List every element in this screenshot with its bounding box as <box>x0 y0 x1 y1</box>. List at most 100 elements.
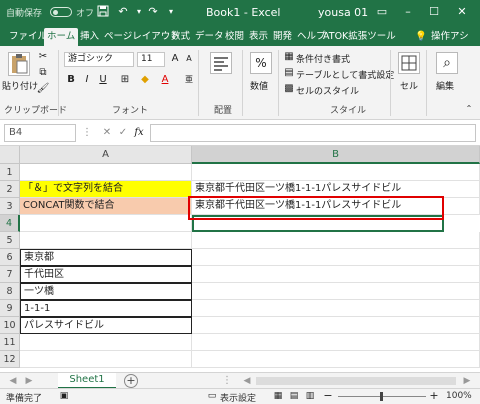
close-icon[interactable]: ✕ <box>452 3 472 21</box>
cell-b8[interactable] <box>192 283 480 300</box>
cut-icon[interactable]: ✂ <box>36 50 50 64</box>
zoom-out-icon[interactable]: − <box>322 390 334 402</box>
cells-button[interactable]: セル <box>400 79 418 92</box>
collapse-ribbon-icon[interactable]: ⌃ <box>462 102 476 116</box>
font-name-select[interactable]: 游ゴシック <box>64 52 134 67</box>
search-icon[interactable]: ⌕ <box>436 52 458 74</box>
row-header-12[interactable]: 12 <box>0 351 20 368</box>
scroll-right-icon[interactable]: ▶ <box>22 374 36 388</box>
editing-button[interactable]: 編集 <box>436 79 454 92</box>
row-header-10[interactable]: 10 <box>0 317 20 334</box>
italic-icon[interactable]: I <box>80 73 94 87</box>
user-name[interactable]: yousa 01 <box>318 6 368 19</box>
row-header-9[interactable]: 9 <box>0 300 20 317</box>
cell-a8[interactable]: 一ツ橋 <box>20 283 192 300</box>
formula-input[interactable] <box>150 124 476 142</box>
zoom-level[interactable]: 100% <box>446 391 472 401</box>
cell-a7[interactable]: 千代田区 <box>20 266 192 283</box>
scroll-left-icon[interactable]: ◀ <box>6 374 20 388</box>
tab-developer[interactable]: 開発 <box>270 28 295 46</box>
cell-b12[interactable] <box>192 351 480 368</box>
tab-insert[interactable]: 挿入 <box>77 28 102 46</box>
row-header-8[interactable]: 8 <box>0 283 20 300</box>
cell-a9[interactable]: 1-1-1 <box>20 300 192 317</box>
redo-icon[interactable]: ↷ <box>146 5 160 19</box>
cell-a5[interactable] <box>20 232 192 249</box>
save-icon[interactable] <box>96 5 110 19</box>
cell-b6[interactable] <box>192 249 480 266</box>
row-header-3[interactable]: 3 <box>0 198 20 215</box>
copy-icon[interactable]: ⧉ <box>36 66 50 80</box>
tab-review[interactable]: 校閲 <box>222 28 247 46</box>
select-all-corner[interactable] <box>0 146 20 164</box>
cell-a11[interactable] <box>20 334 192 351</box>
column-header-b[interactable]: B <box>192 146 480 164</box>
insert-function-icon[interactable]: fx <box>132 126 146 140</box>
hscroll-right-icon[interactable]: ▶ <box>460 374 474 388</box>
page-layout-view-icon[interactable]: ▤ <box>288 390 300 402</box>
font-size-select[interactable]: 11 <box>137 52 165 67</box>
format-painter-icon[interactable]: 🖌 <box>36 82 50 96</box>
zoom-in-icon[interactable]: + <box>428 390 440 402</box>
row-header-6[interactable]: 6 <box>0 249 20 266</box>
grow-font-icon[interactable]: A <box>168 52 182 66</box>
hscroll-left-icon[interactable]: ◀ <box>240 374 254 388</box>
horizontal-scrollbar[interactable] <box>256 377 456 385</box>
number-format-button[interactable]: 数値 <box>250 79 268 92</box>
name-box[interactable]: B4 <box>4 124 76 142</box>
ribbon-display-icon[interactable]: ▭ <box>372 3 392 21</box>
alignment-icon[interactable] <box>210 52 232 74</box>
cell-a2[interactable]: 「＆」で文字列を結合 <box>20 181 192 198</box>
undo-icon[interactable]: ↶ <box>116 5 130 19</box>
normal-view-icon[interactable]: ▦ <box>272 390 284 402</box>
row-header-7[interactable]: 7 <box>0 266 20 283</box>
page-break-view-icon[interactable]: ▥ <box>304 390 316 402</box>
more-sheets-icon[interactable]: ⋮ <box>220 374 234 388</box>
cell-a6[interactable]: 東京都 <box>20 249 192 266</box>
cell-a12[interactable] <box>20 351 192 368</box>
border-icon[interactable]: ⊞ <box>118 73 132 87</box>
cell-b5[interactable] <box>192 232 480 249</box>
table-format-button[interactable]: テーブルとして書式設定 <box>296 68 394 81</box>
cell-a3[interactable]: CONCAT関数で結合 <box>20 198 192 215</box>
cell-b9[interactable] <box>192 300 480 317</box>
minimize-icon[interactable]: – <box>398 3 418 21</box>
font-color-icon[interactable]: A <box>158 73 172 87</box>
cell-b1[interactable] <box>192 164 480 181</box>
tab-formulas[interactable]: 数式 <box>168 28 193 46</box>
bold-icon[interactable]: B <box>64 73 78 87</box>
cell-a4[interactable] <box>20 215 192 232</box>
customize-qa-icon[interactable]: ▾ <box>164 5 178 19</box>
autosave-toggle[interactable] <box>50 7 72 17</box>
maximize-icon[interactable]: ☐ <box>424 3 444 21</box>
cancel-icon[interactable]: ✕ <box>100 126 114 140</box>
enter-icon[interactable]: ✓ <box>116 126 130 140</box>
cell-b7[interactable] <box>192 266 480 283</box>
zoom-slider-thumb[interactable] <box>380 392 383 401</box>
shrink-font-icon[interactable]: A <box>182 52 196 66</box>
percent-icon[interactable]: % <box>250 52 272 74</box>
lightbulb-icon[interactable]: 💡 <box>412 28 426 46</box>
conditional-format-button[interactable]: 条件付き書式 <box>296 52 350 65</box>
display-settings-icon[interactable]: ▭ <box>206 390 218 402</box>
tab-tell-me[interactable]: 操作アシ <box>428 28 478 46</box>
paste-button[interactable]: 貼り付け <box>2 79 38 92</box>
undo-dropdown-icon[interactable]: ▾ <box>132 5 146 19</box>
column-header-a[interactable]: A <box>20 146 192 164</box>
add-sheet-icon[interactable]: + <box>124 374 138 388</box>
underline-icon[interactable]: U <box>96 73 110 87</box>
fill-color-icon[interactable]: ◆ <box>138 73 152 87</box>
tab-home[interactable]: ホーム <box>44 28 79 46</box>
cells-icon[interactable] <box>398 52 420 74</box>
macro-record-icon[interactable]: ▣ <box>58 390 70 402</box>
sheet-tab-sheet1[interactable]: Sheet1 <box>58 373 116 389</box>
row-header-11[interactable]: 11 <box>0 334 20 351</box>
tab-atok[interactable]: ATOK拡張ツール <box>320 28 399 46</box>
row-header-5[interactable]: 5 <box>0 232 20 249</box>
cell-a1[interactable] <box>20 164 192 181</box>
row-header-1[interactable]: 1 <box>0 164 20 181</box>
cell-a10[interactable]: パレスサイドビル <box>20 317 192 334</box>
row-header-4[interactable]: 4 <box>0 215 20 232</box>
tab-view[interactable]: 表示 <box>246 28 271 46</box>
cell-b10[interactable] <box>192 317 480 334</box>
